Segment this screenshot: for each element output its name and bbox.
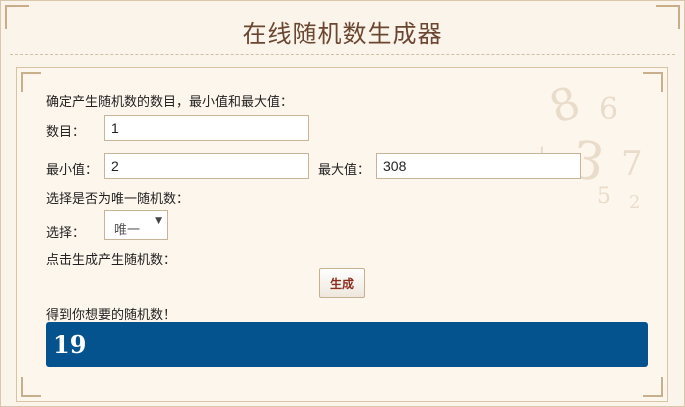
min-input[interactable]	[104, 153, 309, 179]
panel-corner	[21, 72, 41, 92]
panel-corner	[643, 72, 663, 92]
panel-corner	[21, 377, 41, 397]
min-label: 最小值：	[46, 163, 99, 178]
max-label: 最大值：	[318, 163, 371, 178]
select-label: 选择：	[46, 226, 86, 241]
unique-select[interactable]: 唯一 ▼	[104, 210, 168, 240]
page-title: 在线随机数生成器	[242, 20, 443, 48]
intro-text: 确定产生随机数的数目，最小值和最大值：	[46, 95, 294, 110]
title-divider	[10, 54, 675, 55]
count-label: 数目：	[46, 125, 86, 140]
panel-corner	[643, 377, 663, 397]
dropdown-arrow-icon: ▼	[155, 216, 162, 226]
generate-prompt: 点击生成产生随机数：	[46, 253, 177, 268]
numbers-decoration-icon: 8 6 3 7 + 5 2	[531, 76, 643, 213]
result-label: 得到你想要的随机数！	[46, 308, 177, 323]
result-output: 19	[46, 322, 648, 367]
unique-select-value: 唯一	[114, 223, 141, 238]
unique-question: 选择是否为唯一随机数：	[46, 192, 190, 207]
count-input[interactable]	[104, 115, 309, 141]
max-input[interactable]	[376, 153, 581, 179]
generate-button[interactable]: 生成	[319, 268, 365, 298]
